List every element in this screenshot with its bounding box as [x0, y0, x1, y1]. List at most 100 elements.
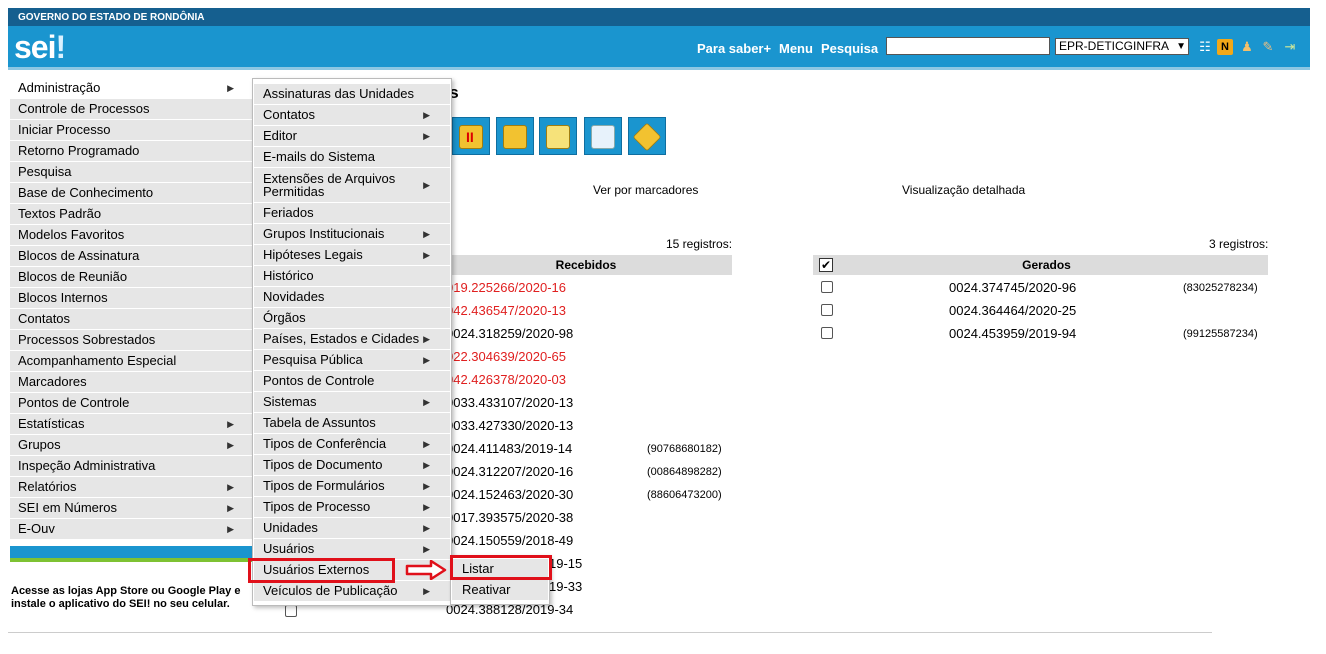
highlight-listar	[450, 555, 552, 580]
menu-item-marcadores[interactable]: Marcadores	[10, 372, 252, 393]
submenu-item[interactable]: Hipóteses Legais ▶	[254, 245, 450, 266]
list-icon[interactable]: ☷	[1197, 39, 1213, 55]
generated-process-link[interactable]: 0024.374745/2020-96	[949, 280, 1076, 295]
menu-item-estatisticas[interactable]: Estatísticas ▶	[10, 414, 252, 435]
received-process-link[interactable]: 0024.411483/2019-14	[446, 441, 572, 456]
submenu-item-label: Órgãos	[263, 310, 306, 325]
menu-item-e-ouv[interactable]: E-Ouv ▶	[10, 519, 252, 540]
received-process-link[interactable]: 0024.312207/2020-16	[446, 464, 573, 479]
incluir-documento-button[interactable]	[584, 117, 622, 155]
menu-item-textos-padrao[interactable]: Textos Padrão	[10, 204, 252, 225]
submenu-item[interactable]: Países, Estados e Cidades ▶	[254, 329, 450, 350]
received-process-link[interactable]: 042.426378/2020-03	[446, 372, 566, 387]
generated-row-checkbox[interactable]	[821, 327, 833, 339]
submenu-item[interactable]: Feriados	[254, 203, 450, 224]
submenu-item[interactable]: Extensões de Arquivos Permitidas ▶	[254, 168, 450, 203]
received-process-link[interactable]: 0017.393575/2020-38	[446, 510, 573, 525]
menu-item-controle-processos[interactable]: Controle de Processos	[10, 99, 252, 120]
submenu-item[interactable]: Assinaturas das Unidades	[254, 84, 450, 105]
generated-process-link[interactable]: 0024.364464/2020-25	[949, 303, 1076, 318]
menu-item-inspecao-administrativa[interactable]: Inspeção Administrativa	[10, 456, 252, 477]
submenu-item[interactable]: Tabela de Assuntos	[254, 413, 450, 434]
menu-item-blocos-internos[interactable]: Blocos Internos	[10, 288, 252, 309]
menu-item-label: Pontos de Controle	[18, 395, 130, 410]
submenu-item[interactable]: E-mails do Sistema	[254, 147, 450, 168]
caret-right-icon: ▶	[423, 544, 430, 554]
menu-item-retorno-programado[interactable]: Retorno Programado	[10, 141, 252, 162]
sobrestar-button[interactable]	[452, 117, 490, 155]
received-process-link[interactable]: 022.304639/2020-65	[446, 349, 566, 364]
menu-item-modelos-favoritos[interactable]: Modelos Favoritos	[10, 225, 252, 246]
menu-item-pontos-controle[interactable]: Pontos de Controle	[10, 393, 252, 414]
submenu-item[interactable]: Pesquisa Pública ▶	[254, 350, 450, 371]
submenu-item-label: Hipóteses Legais	[263, 247, 363, 262]
received-process-link[interactable]: 19-33	[549, 579, 582, 594]
menu-item-reativar[interactable]: Reativar	[452, 580, 548, 601]
menu-link[interactable]: Menu	[779, 41, 813, 56]
submenu-item[interactable]: Novidades	[254, 287, 450, 308]
submenu-item[interactable]: Usuários ▶	[254, 539, 450, 560]
menu-item-administracao[interactable]: Administração ▶	[10, 78, 252, 99]
menu-item-contatos[interactable]: Contatos	[10, 309, 252, 330]
menu-item-base-conhecimento[interactable]: Base de Conhecimento	[10, 183, 252, 204]
search-input[interactable]	[886, 37, 1050, 55]
submenu-item[interactable]: Veículos de Publicação ▶	[254, 581, 450, 602]
submenu-item[interactable]: Tipos de Conferência ▶	[254, 434, 450, 455]
received-process-link[interactable]: 0033.427330/2020-13	[446, 418, 573, 433]
received-process-link[interactable]: 0024.318259/2020-98	[446, 326, 573, 341]
submenu-item[interactable]: Tipos de Formulários ▶	[254, 476, 450, 497]
menu-item-pesquisa[interactable]: Pesquisa	[10, 162, 252, 183]
menu-item-relatorios[interactable]: Relatórios ▶	[10, 477, 252, 498]
notepad-icon	[546, 125, 570, 149]
received-process-link[interactable]: 19-15	[549, 556, 582, 571]
menu-item-label: Base de Conhecimento	[18, 185, 154, 200]
select-all-checkbox[interactable]: ✔	[819, 258, 833, 272]
received-process-link[interactable]: 0033.433107/2020-13	[446, 395, 573, 410]
user-icon[interactable]: ♟	[1239, 39, 1255, 55]
submenu-item[interactable]: Grupos Institucionais ▶	[254, 224, 450, 245]
submenu-item[interactable]: Unidades ▶	[254, 518, 450, 539]
submenu-item[interactable]: Tipos de Processo ▶	[254, 497, 450, 518]
menu-item-blocos-assinatura[interactable]: Blocos de Assinatura	[10, 246, 252, 267]
submenu-item-label: Tipos de Documento	[263, 457, 383, 472]
unit-select[interactable]: EPR-DETICGINFRA ▼	[1055, 38, 1189, 55]
submenu-item[interactable]: Histórico	[254, 266, 450, 287]
menu-item-label: Blocos de Assinatura	[18, 248, 140, 263]
marcador-button[interactable]	[628, 117, 666, 155]
caret-right-icon: ▶	[423, 250, 430, 260]
received-row-extra: (90768680182)	[647, 443, 722, 455]
para-saber-link[interactable]: Para saber+	[697, 41, 771, 56]
sei-logo[interactable]: sei!	[14, 29, 66, 66]
notes-icon[interactable]: N	[1217, 39, 1233, 55]
caret-right-icon: ▶	[423, 502, 430, 512]
menu-item-processos-sobrestados[interactable]: Processos Sobrestados	[10, 330, 252, 351]
submenu-item[interactable]: Contatos ▶	[254, 105, 450, 126]
caret-right-icon: ▶	[423, 460, 430, 470]
tools-icon[interactable]: ✎	[1260, 39, 1276, 55]
submenu-item[interactable]: Pontos de Controle	[254, 371, 450, 392]
concluir-button[interactable]	[496, 117, 534, 155]
exit-icon[interactable]: ⇥	[1282, 39, 1298, 55]
received-process-link[interactable]: 0024.150559/2018-49	[446, 533, 573, 548]
detailed-view-link[interactable]: Visualização detalhada	[902, 183, 1025, 197]
received-process-link[interactable]: 0024.152463/2020-30	[446, 487, 573, 502]
generated-process-link[interactable]: 0024.453959/2019-94	[949, 326, 1076, 341]
atribuir-button[interactable]	[539, 117, 577, 155]
submenu-item[interactable]: Sistemas ▶	[254, 392, 450, 413]
pesquisa-link[interactable]: Pesquisa	[821, 41, 878, 56]
generated-row-checkbox[interactable]	[821, 304, 833, 316]
submenu-item[interactable]: Órgãos	[254, 308, 450, 329]
submenu-item[interactable]: Editor ▶	[254, 126, 450, 147]
submenu-item[interactable]: Tipos de Documento ▶	[254, 455, 450, 476]
menu-item-acompanhamento-especial[interactable]: Acompanhamento Especial	[10, 351, 252, 372]
received-process-link[interactable]: 042.436547/2020-13	[446, 303, 566, 318]
menu-item-grupos[interactable]: Grupos ▶	[10, 435, 252, 456]
generated-row-checkbox[interactable]	[821, 281, 833, 293]
menu-item-iniciar-processo[interactable]: Iniciar Processo	[10, 120, 252, 141]
menu-item-label: Textos Padrão	[18, 206, 102, 221]
view-by-markers-link[interactable]: Ver por marcadores	[593, 183, 698, 197]
menu-item-blocos-reuniao[interactable]: Blocos de Reunião	[10, 267, 252, 288]
received-row-checkbox[interactable]	[285, 605, 297, 617]
menu-item-sei-numeros[interactable]: SEI em Números ▶	[10, 498, 252, 519]
received-process-link[interactable]: 019.225266/2020-16	[446, 280, 566, 295]
